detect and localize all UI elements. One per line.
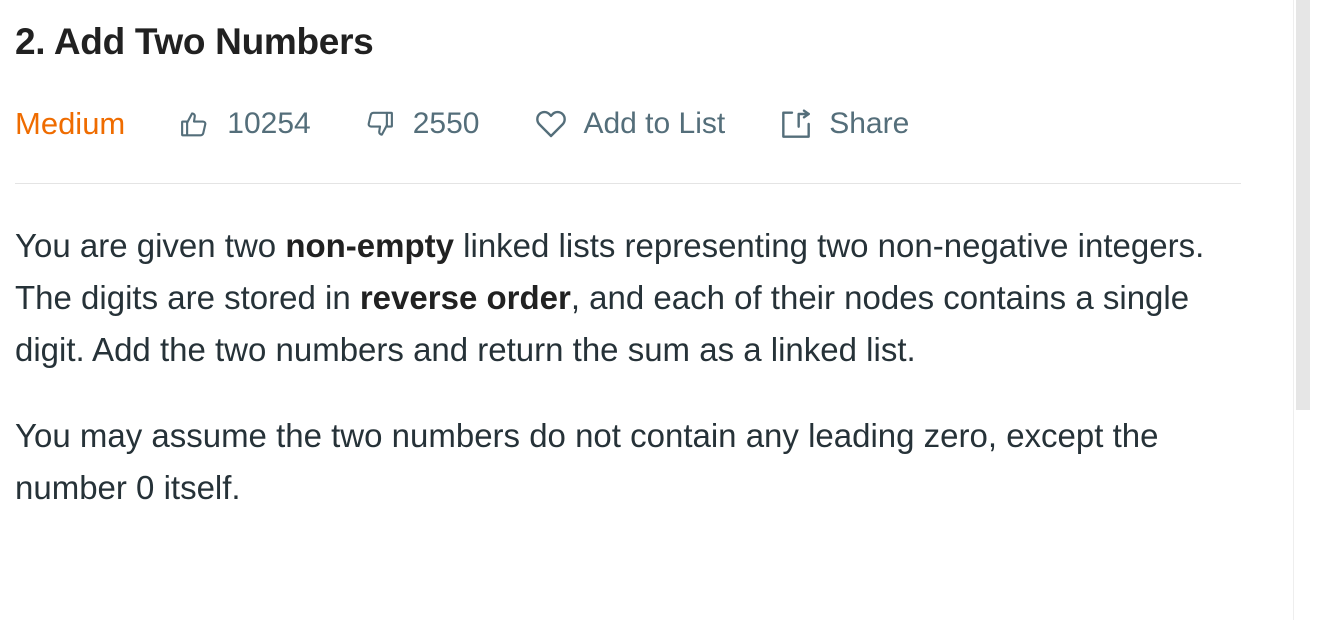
share-icon: [780, 109, 812, 139]
description-paragraph: You may assume the two numbers do not co…: [15, 417, 1159, 506]
heart-icon: [535, 109, 567, 139]
like-button[interactable]: 10254: [179, 100, 311, 148]
emphasis-reverse-order: reverse order: [359, 279, 571, 316]
share-button[interactable]: Share: [780, 100, 909, 148]
dislike-button[interactable]: 2550: [365, 100, 480, 148]
problem-title: 2. Add Two Numbers: [15, 21, 374, 62]
likes-count: 10254: [227, 107, 311, 140]
dislikes-count: 2550: [412, 107, 480, 140]
share-label: Share: [829, 107, 910, 140]
emphasis-non-empty: non-empty: [285, 227, 454, 264]
add-to-list-button[interactable]: Add to List: [535, 100, 725, 148]
problem-page: 2. Add Two Numbers Medium 10254 2550 Add…: [0, 0, 1322, 620]
problem-description: You are given two non-empty linked lists…: [15, 220, 1241, 548]
description-paragraph: You are given two non-empty linked lists…: [15, 220, 1241, 376]
vertical-scrollbar[interactable]: [1293, 0, 1322, 620]
add-to-list-label: Add to List: [583, 107, 726, 140]
thumbs-down-icon: [365, 109, 395, 139]
difficulty-badge: Medium: [15, 106, 126, 141]
scrollbar-thumb[interactable]: [1296, 0, 1310, 410]
thumbs-up-icon: [179, 109, 209, 139]
problem-meta-row: Medium 10254 2550 Add to List Share: [15, 100, 909, 148]
header-divider: [15, 183, 1241, 184]
description-text: You are given two: [15, 227, 286, 264]
